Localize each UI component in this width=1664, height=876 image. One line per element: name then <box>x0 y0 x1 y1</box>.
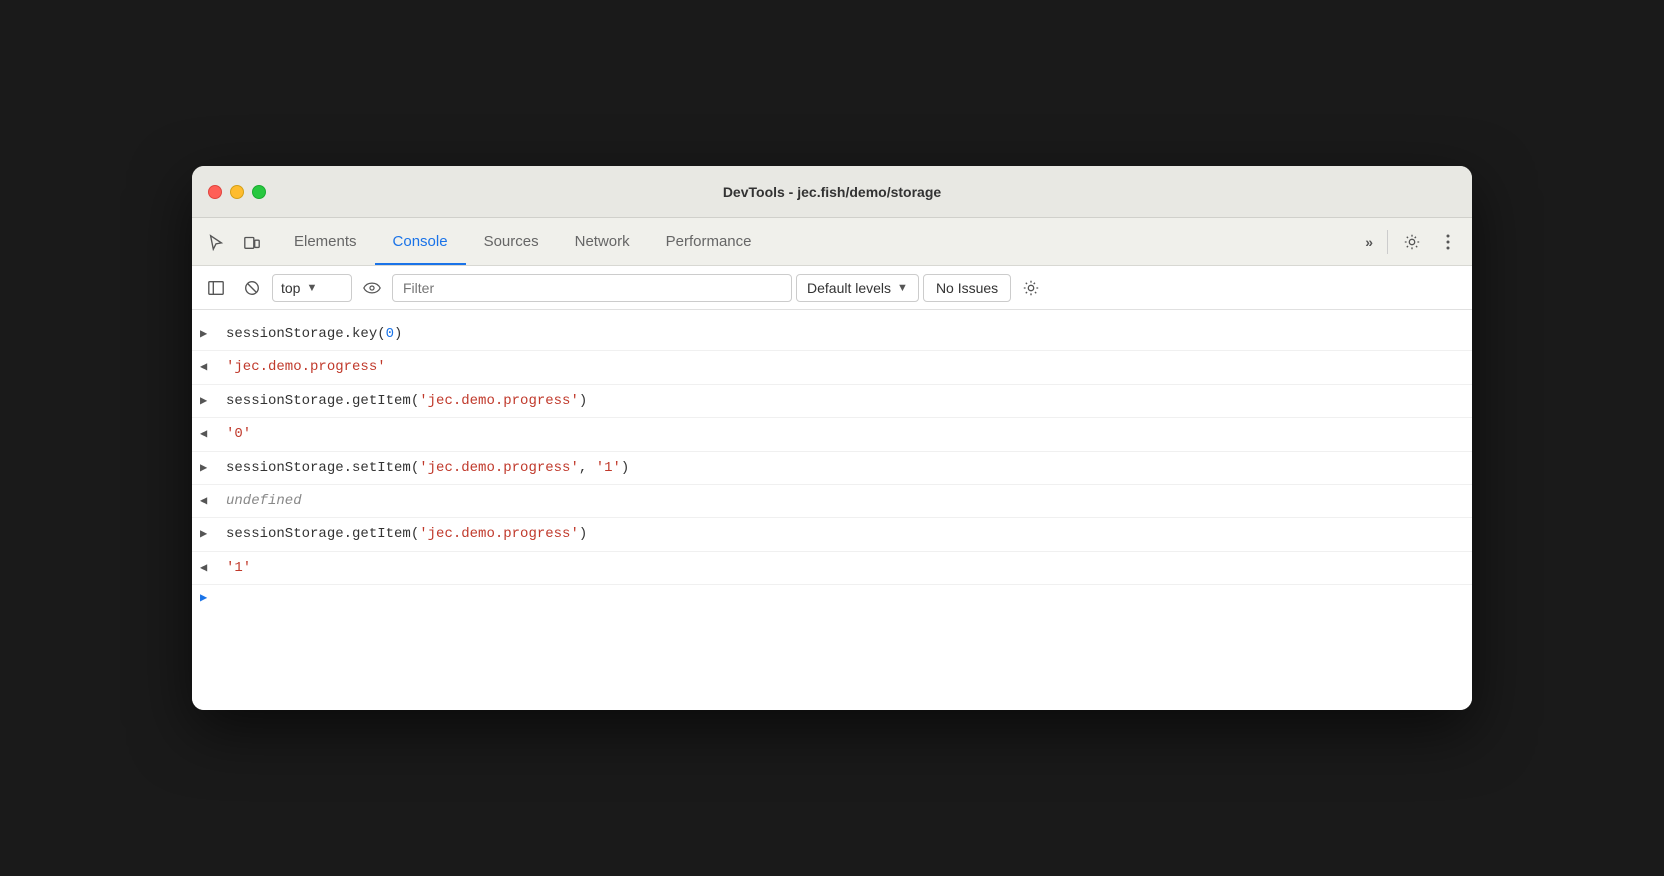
console-line: ◀ 'jec.demo.progress' <box>192 351 1472 384</box>
levels-label: Default levels <box>807 280 891 296</box>
output-arrow: ◀ <box>200 492 220 511</box>
ban-icon <box>243 279 261 297</box>
input-arrow: ▶ <box>200 325 220 344</box>
select-element-button[interactable] <box>200 226 232 258</box>
tab-network[interactable]: Network <box>557 218 648 265</box>
console-toolbar: top ▼ Default levels ▼ No Issues <box>192 266 1472 310</box>
console-code: undefined <box>226 490 1456 512</box>
tabs: Elements Console Sources Network Perform… <box>276 218 1359 265</box>
minimize-button[interactable] <box>230 185 244 199</box>
console-line: ◀ '0' <box>192 418 1472 451</box>
device-toggle-button[interactable] <box>236 226 268 258</box>
more-options-button[interactable] <box>1432 226 1464 258</box>
tab-bar: Elements Console Sources Network Perform… <box>192 218 1472 266</box>
live-expressions-button[interactable] <box>356 272 388 304</box>
issues-label: No Issues <box>936 280 998 296</box>
cursor-icon <box>207 233 225 251</box>
input-arrow: ▶ <box>200 392 220 411</box>
input-arrow: ▶ <box>200 525 220 544</box>
console-line: ▶ sessionStorage.key(0) <box>192 318 1472 351</box>
console-line: ▶ sessionStorage.getItem('jec.demo.progr… <box>192 385 1472 418</box>
input-arrow: ▶ <box>200 459 220 478</box>
tab-sources[interactable]: Sources <box>466 218 557 265</box>
console-line: ◀ '1' <box>192 552 1472 585</box>
eye-icon <box>363 279 381 297</box>
output-arrow: ◀ <box>200 358 220 377</box>
traffic-lights <box>208 185 266 199</box>
issues-button[interactable]: No Issues <box>923 274 1011 302</box>
title-bar: DevTools - jec.fish/demo/storage <box>192 166 1472 218</box>
console-output: ▶ sessionStorage.key(0) ◀ 'jec.demo.prog… <box>192 310 1472 710</box>
tab-bar-right: » <box>1359 226 1464 258</box>
console-code: '0' <box>226 423 1456 445</box>
devtools-settings-button[interactable] <box>1396 226 1428 258</box>
log-levels-button[interactable]: Default levels ▼ <box>796 274 919 302</box>
console-line: ▶ sessionStorage.setItem('jec.demo.progr… <box>192 452 1472 485</box>
chevron-down-icon: ▼ <box>897 282 908 294</box>
close-button[interactable] <box>208 185 222 199</box>
output-arrow: ◀ <box>200 559 220 578</box>
sidebar-icon <box>207 279 225 297</box>
console-code: sessionStorage.key(0) <box>226 323 1456 345</box>
output-arrow: ◀ <box>200 425 220 444</box>
console-input-line[interactable]: ▶ <box>192 585 1472 610</box>
more-tabs-button[interactable]: » <box>1359 230 1379 254</box>
divider <box>1387 230 1388 254</box>
filter-input[interactable] <box>392 274 792 302</box>
console-line: ▶ sessionStorage.getItem('jec.demo.progr… <box>192 518 1472 551</box>
console-code: sessionStorage.getItem('jec.demo.progres… <box>226 523 1456 545</box>
clear-console-button[interactable] <box>236 272 268 304</box>
window-title: DevTools - jec.fish/demo/storage <box>723 184 941 200</box>
tab-bar-icons <box>200 226 268 258</box>
tab-console[interactable]: Console <box>375 218 466 265</box>
sidebar-toggle-button[interactable] <box>200 272 232 304</box>
console-code: '1' <box>226 557 1456 579</box>
prompt-arrow: ▶ <box>200 590 220 605</box>
chevron-down-icon: ▼ <box>306 282 317 294</box>
device-icon <box>243 233 261 251</box>
console-code: 'jec.demo.progress' <box>226 356 1456 378</box>
console-settings-button[interactable] <box>1015 272 1047 304</box>
devtools-window: DevTools - jec.fish/demo/storage Element… <box>192 166 1472 710</box>
vertical-dots-icon <box>1446 232 1450 252</box>
settings-gear-icon <box>1022 279 1040 297</box>
tab-performance[interactable]: Performance <box>648 218 770 265</box>
console-code: sessionStorage.getItem('jec.demo.progres… <box>226 390 1456 412</box>
maximize-button[interactable] <box>252 185 266 199</box>
settings-gear-icon <box>1403 233 1421 251</box>
console-code: sessionStorage.setItem('jec.demo.progres… <box>226 457 1456 479</box>
context-selector[interactable]: top ▼ <box>272 274 352 302</box>
tab-elements[interactable]: Elements <box>276 218 375 265</box>
context-label: top <box>281 280 300 296</box>
console-line: ◀ undefined <box>192 485 1472 518</box>
